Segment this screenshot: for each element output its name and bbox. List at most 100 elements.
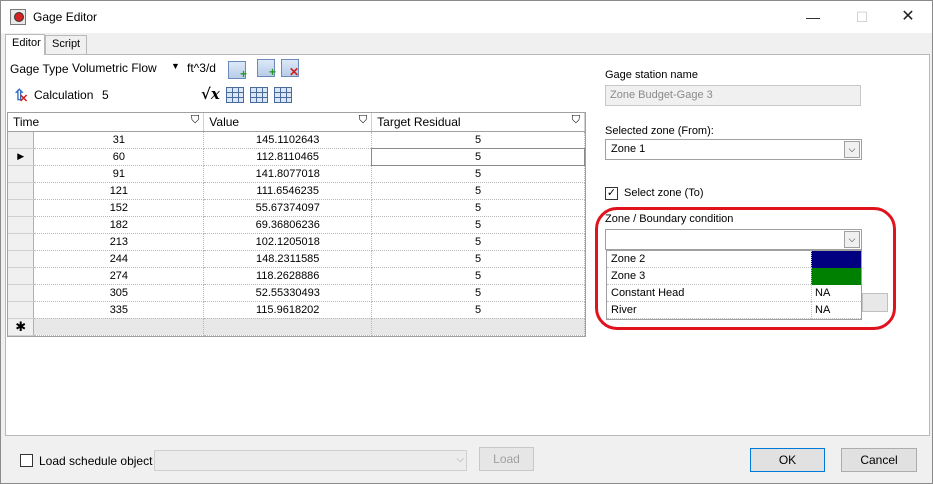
dropdown-arrow-icon[interactable]: ▼ <box>171 61 180 71</box>
row-header[interactable] <box>8 216 35 234</box>
target-residual-cell[interactable]: 5 <box>371 147 585 166</box>
value-cell[interactable]: 111.6546235 <box>203 182 373 200</box>
table-view-icon[interactable] <box>274 87 292 103</box>
gage-station-label: Gage station name <box>605 69 698 81</box>
gage-editor-window: Gage Editor — ☐ ✕ Editor Script Gage Typ… <box>0 0 933 484</box>
table-row[interactable]: 305 52.55330493 5 <box>8 284 585 302</box>
column-header-value[interactable]: Value ⛉ <box>203 113 373 132</box>
add-table-icon[interactable]: + <box>228 61 247 81</box>
time-cell[interactable]: 274 <box>33 267 205 285</box>
time-cell[interactable]: 182 <box>33 216 205 234</box>
row-header[interactable] <box>8 301 35 319</box>
table-row[interactable]: 152 55.67374097 5 <box>8 199 585 217</box>
row-header[interactable] <box>8 284 35 302</box>
table-row[interactable]: 91 141.8077018 5 <box>8 165 585 183</box>
target-residual-cell[interactable]: 5 <box>371 182 585 200</box>
table-row[interactable]: 182 69.36806236 5 <box>8 216 585 234</box>
filter-icon[interactable]: ⛉ <box>191 114 199 127</box>
time-cell[interactable]: 213 <box>33 233 205 251</box>
value-cell[interactable]: 112.8110465 <box>203 148 373 166</box>
columns-icon[interactable] <box>250 87 268 103</box>
cancel-button[interactable]: Cancel <box>841 448 917 472</box>
value-cell[interactable]: 55.67374097 <box>203 199 373 217</box>
target-residual-cell[interactable]: 5 <box>371 267 585 285</box>
new-row[interactable]: ✱ <box>8 318 585 336</box>
table-row[interactable]: 213 102.1205018 5 <box>8 233 585 251</box>
time-cell[interactable]: 305 <box>33 284 205 302</box>
column-header-target-residual[interactable]: Target Residual ⛉ <box>371 113 585 132</box>
target-residual-cell[interactable]: 5 <box>371 301 585 319</box>
value-cell[interactable]: 69.36806236 <box>203 216 373 234</box>
minimize-button[interactable]: — <box>790 1 836 33</box>
calculation-delete-icon[interactable]: ⇧ ✕ <box>11 86 28 105</box>
value-cell[interactable]: 118.2628886 <box>203 267 373 285</box>
select-zone-to-checkbox[interactable]: ✓ <box>605 187 618 200</box>
value-cell[interactable]: 145.1102643 <box>203 131 373 149</box>
title-bar: Gage Editor — ☐ ✕ <box>1 1 932 33</box>
load-schedule-checkbox[interactable] <box>20 454 33 467</box>
row-header[interactable] <box>8 182 35 200</box>
filter-icon[interactable]: ⛉ <box>572 114 580 127</box>
target-residual-cell[interactable]: 5 <box>371 199 585 217</box>
load-button[interactable]: Load <box>479 447 534 471</box>
calculation-value: 5 <box>102 88 109 102</box>
row-header[interactable] <box>8 267 35 285</box>
unit-label: ft^3/d <box>187 61 216 75</box>
table-row[interactable]: ▶ 60 112.8110465 5 <box>8 147 585 166</box>
time-cell[interactable]: 335 <box>33 301 205 319</box>
table-row[interactable]: 274 118.2628886 5 <box>8 267 585 285</box>
table-row[interactable]: 244 148.2311585 5 <box>8 250 585 268</box>
data-grid[interactable]: Time ⛉ Value ⛉ Target Residual ⛉ 31 145.1102… <box>7 112 586 337</box>
value-cell[interactable]: 141.8077018 <box>203 165 373 183</box>
formula-icon[interactable]: √x <box>201 85 220 103</box>
time-cell[interactable]: 31 <box>33 131 205 149</box>
new-row-icon[interactable]: ✱ <box>8 318 35 336</box>
time-cell[interactable]: 152 <box>33 199 205 217</box>
time-cell[interactable]: 60 <box>33 148 205 166</box>
schedule-object-combo[interactable]: ⌵ <box>154 450 467 471</box>
row-header[interactable] <box>8 199 35 217</box>
tab-editor[interactable]: Editor <box>5 34 45 55</box>
table-row[interactable]: 335 115.9618202 5 <box>8 301 585 319</box>
selected-zone-combo[interactable]: Zone 1 ⌵ <box>605 139 862 160</box>
filter-icon[interactable]: ⛉ <box>359 114 367 127</box>
target-residual-cell[interactable]: 5 <box>371 250 585 268</box>
row-header[interactable] <box>8 131 35 149</box>
target-residual-cell[interactable]: 5 <box>371 131 585 149</box>
time-cell[interactable]: 121 <box>33 182 205 200</box>
target-residual-cell[interactable]: 5 <box>371 284 585 302</box>
target-residual-cell[interactable]: 5 <box>371 165 585 183</box>
tab-script[interactable]: Script <box>45 35 87 54</box>
grid-icon[interactable] <box>226 87 244 103</box>
row-header[interactable] <box>8 250 35 268</box>
new-row-cell[interactable] <box>33 318 205 336</box>
ok-button[interactable]: OK <box>750 448 825 472</box>
gage-station-input[interactable]: Zone Budget-Gage 3 <box>605 85 861 106</box>
value-cell[interactable]: 115.9618202 <box>203 301 373 319</box>
window-title: Gage Editor <box>33 10 98 24</box>
chevron-down-icon[interactable]: ⌵ <box>456 454 464 465</box>
target-residual-cell[interactable]: 5 <box>371 233 585 251</box>
target-residual-cell[interactable]: 5 <box>371 216 585 234</box>
row-header[interactable]: ▶ <box>8 148 35 166</box>
time-cell[interactable]: 91 <box>33 165 205 183</box>
value-cell[interactable]: 148.2311585 <box>203 250 373 268</box>
chevron-down-icon[interactable]: ⌵ <box>844 141 860 158</box>
new-row-cell[interactable] <box>371 318 585 336</box>
close-button[interactable]: ✕ <box>885 1 931 33</box>
row-header[interactable] <box>8 165 35 183</box>
delete-row-icon[interactable]: ✕ <box>281 59 299 79</box>
add-row-icon[interactable]: + <box>257 59 276 79</box>
value-cell[interactable]: 52.55330493 <box>203 284 373 302</box>
gage-type-select[interactable]: Volumetric Flow <box>68 59 180 79</box>
table-row[interactable]: 31 145.1102643 5 <box>8 131 585 149</box>
row-header[interactable] <box>8 233 35 251</box>
table-row[interactable]: 121 111.6546235 5 <box>8 182 585 200</box>
select-zone-to-label: Select zone (To) <box>624 187 704 199</box>
load-schedule-label: Load schedule object <box>39 454 153 468</box>
maximize-button[interactable]: ☐ <box>839 1 885 33</box>
time-cell[interactable]: 244 <box>33 250 205 268</box>
value-cell[interactable]: 102.1205018 <box>203 233 373 251</box>
column-header-time[interactable]: Time ⛉ <box>8 113 205 132</box>
new-row-cell[interactable] <box>203 318 373 336</box>
